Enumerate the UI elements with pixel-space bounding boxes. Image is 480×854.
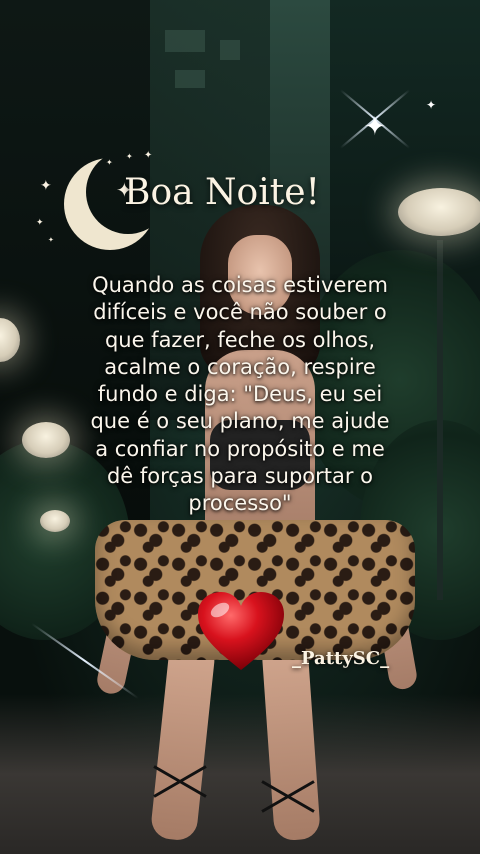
sparkle-star-icon: ✦ — [106, 158, 113, 167]
building-window — [175, 70, 205, 88]
sparkle-star-icon: ✦ — [48, 236, 54, 244]
message-text: Quando as coisas estiverem difíceis e vo… — [40, 272, 440, 518]
sparkle-star-icon: ✦ — [426, 98, 437, 112]
sidewalk — [0, 694, 480, 854]
building-window — [220, 40, 240, 60]
sparkle-star-icon: ✦ — [126, 152, 133, 161]
message-line: a confiar no propósito e me — [95, 436, 385, 461]
building-window — [165, 30, 205, 52]
message-line: dê forças para suportar o — [106, 464, 374, 489]
red-heart-icon — [198, 592, 284, 670]
greeting-title: Boa Noite! — [124, 172, 320, 213]
street-lamp — [398, 188, 480, 236]
message-line: que é o seu plano, me ajude — [90, 409, 390, 434]
signature: _PattySC_ — [292, 648, 390, 669]
message-line: que fazer, feche os olhos, — [104, 327, 376, 352]
message-line: processo" — [188, 491, 292, 516]
message-line: acalme o coração, respire — [104, 354, 376, 379]
sparkle-star-icon: ✦ — [144, 150, 153, 161]
sparkle-star-icon: ✦ — [36, 218, 44, 228]
message-line: difíceis e você não souber o — [93, 300, 387, 325]
message-line: Quando as coisas estiverem — [92, 273, 388, 297]
sparkle-star-icon: ✦ — [40, 178, 52, 194]
message-line: fundo e diga: "Deus, eu sei — [97, 382, 383, 407]
sparkle-star-icon: ✦ — [364, 112, 386, 142]
